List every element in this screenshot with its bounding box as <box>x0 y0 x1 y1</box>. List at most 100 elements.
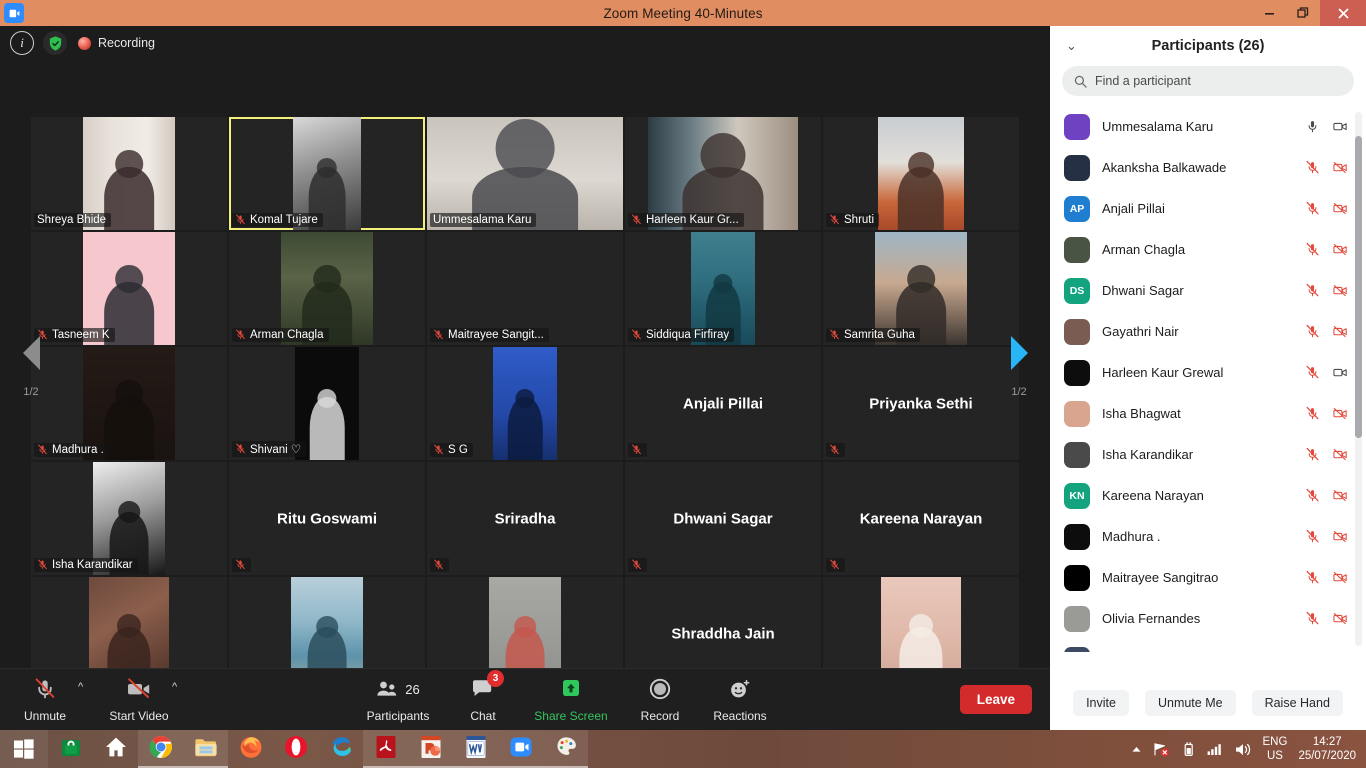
search-input[interactable]: Find a participant <box>1062 66 1354 96</box>
participant-row[interactable]: DSDhwani Sagar <box>1050 270 1366 311</box>
audio-options-chevron-icon[interactable]: ^ <box>78 681 83 693</box>
minimize-button[interactable] <box>1252 0 1286 26</box>
participant-list[interactable]: Ummesalama KaruAkanksha BalkawadeAPAnjal… <box>1050 106 1366 652</box>
close-button[interactable] <box>1320 0 1366 26</box>
video-tile[interactable]: Shruti <box>823 117 1019 230</box>
volume-icon[interactable] <box>1235 742 1252 757</box>
leave-button[interactable]: Leave <box>960 685 1032 714</box>
video-tile[interactable]: Komal Tujare <box>229 117 425 230</box>
participant-mic-status[interactable] <box>1305 242 1320 257</box>
encryption-shield-icon[interactable] <box>43 31 67 55</box>
video-tile[interactable]: S G <box>427 347 623 460</box>
taskbar-word-button[interactable] <box>453 730 498 768</box>
scrollbar-thumb[interactable] <box>1355 136 1362 438</box>
video-tile[interactable]: Isha Karandikar <box>31 462 227 575</box>
participant-camera-status[interactable] <box>1333 488 1348 503</box>
chevron-down-icon[interactable]: ⌄ <box>1066 38 1077 54</box>
taskbar-file-explorer-button[interactable] <box>183 730 228 768</box>
video-tile[interactable]: Ritu Goswami <box>229 462 425 575</box>
video-tile[interactable]: Dhwani Sagar <box>625 462 821 575</box>
participant-mic-status[interactable] <box>1305 570 1320 585</box>
taskbar-microsoft-store-button[interactable] <box>48 730 93 768</box>
wifi-signal-icon[interactable] <box>1207 742 1224 756</box>
participant-camera-status[interactable] <box>1333 570 1348 585</box>
start-video-button[interactable]: Start Video <box>102 675 176 723</box>
participant-mic-status[interactable] <box>1305 365 1320 380</box>
language-indicator[interactable]: ENG US <box>1263 735 1288 763</box>
participant-mic-status[interactable] <box>1305 201 1320 216</box>
video-tile[interactable]: Shreya Bhide <box>31 117 227 230</box>
video-tile[interactable]: Sriradha <box>427 462 623 575</box>
restore-button[interactable] <box>1286 0 1320 26</box>
video-tile[interactable]: Tasneem K <box>31 232 227 345</box>
participant-row[interactable]: Isha Karandikar <box>1050 434 1366 475</box>
participant-mic-status[interactable] <box>1305 488 1320 503</box>
taskbar-zoom-button[interactable] <box>498 730 543 768</box>
video-options-chevron-icon[interactable]: ^ <box>172 681 177 693</box>
video-tile[interactable]: Kareena Narayan <box>823 462 1019 575</box>
participant-row[interactable]: PSPriyanka Sethi <box>1050 639 1366 652</box>
recording-indicator[interactable]: Recording <box>78 36 155 50</box>
participant-row[interactable]: Harleen Kaur Grewal <box>1050 352 1366 393</box>
participant-mic-status[interactable] <box>1305 529 1320 544</box>
participant-camera-status[interactable] <box>1333 447 1348 462</box>
video-tile[interactable]: Madhura . <box>31 347 227 460</box>
taskbar-home-button[interactable] <box>93 730 138 768</box>
previous-page-button[interactable]: 1/2 <box>14 336 48 398</box>
participant-mic-status[interactable] <box>1305 283 1320 298</box>
participant-row[interactable]: Akanksha Balkawade <box>1050 147 1366 188</box>
participants-button[interactable]: 26 Participants <box>361 675 435 723</box>
participant-mic-status[interactable] <box>1305 324 1320 339</box>
participant-row[interactable]: Isha Bhagwat <box>1050 393 1366 434</box>
taskbar-adobe-acrobat-button[interactable] <box>363 730 408 768</box>
video-tile[interactable]: Maitrayee Sangit... <box>427 232 623 345</box>
taskbar-microsoft-edge-button[interactable] <box>318 730 363 768</box>
battery-icon[interactable] <box>1181 742 1196 757</box>
participant-camera-status[interactable] <box>1333 406 1348 421</box>
participant-mic-status[interactable] <box>1305 406 1320 421</box>
participant-row[interactable]: APAnjali Pillai <box>1050 188 1366 229</box>
chat-button[interactable]: 3 Chat <box>446 675 520 723</box>
participant-row[interactable]: Maitrayee Sangitrao <box>1050 557 1366 598</box>
unmute-me-button[interactable]: Unmute Me <box>1145 690 1236 716</box>
participant-camera-status[interactable] <box>1333 365 1348 380</box>
taskbar-paint-button[interactable] <box>543 730 588 768</box>
show-hidden-icons-button[interactable] <box>1131 744 1142 755</box>
invite-button[interactable]: Invite <box>1073 690 1129 716</box>
video-tile[interactable]: Samrita Guha <box>823 232 1019 345</box>
video-tile[interactable]: Harleen Kaur Gr... <box>625 117 821 230</box>
taskbar-google-chrome-button[interactable] <box>138 730 183 768</box>
participant-camera-status[interactable] <box>1333 324 1348 339</box>
participant-row[interactable]: Gayathri Nair <box>1050 311 1366 352</box>
meeting-info-icon[interactable]: i <box>10 31 34 55</box>
taskbar-firefox-button[interactable] <box>228 730 273 768</box>
video-tile[interactable]: Ummesalama Karu <box>427 117 623 230</box>
video-tile[interactable]: Arman Chagla <box>229 232 425 345</box>
reactions-button[interactable]: Reactions <box>703 675 777 723</box>
taskbar-opera-button[interactable] <box>273 730 318 768</box>
participant-camera-status[interactable] <box>1333 201 1348 216</box>
participant-mic-status[interactable] <box>1305 160 1320 175</box>
unmute-button[interactable]: Unmute <box>8 675 82 723</box>
participant-list-scrollbar[interactable] <box>1355 112 1362 646</box>
clock[interactable]: 14:27 25/07/2020 <box>1298 735 1356 763</box>
participant-row[interactable]: Ummesalama Karu <box>1050 106 1366 147</box>
start-button[interactable] <box>0 730 48 768</box>
participant-camera-status[interactable] <box>1333 529 1348 544</box>
participant-mic-status[interactable] <box>1305 119 1320 134</box>
participant-camera-status[interactable] <box>1333 119 1348 134</box>
next-page-button[interactable]: 1/2 <box>1002 336 1036 398</box>
participant-mic-status[interactable] <box>1305 611 1320 626</box>
video-tile[interactable]: Siddiqua Firfiray <box>625 232 821 345</box>
participant-row[interactable]: Olivia Fernandes <box>1050 598 1366 639</box>
participant-row[interactable]: Arman Chagla <box>1050 229 1366 270</box>
participant-camera-status[interactable] <box>1333 242 1348 257</box>
taskbar-powerpoint-button[interactable] <box>408 730 453 768</box>
participant-camera-status[interactable] <box>1333 283 1348 298</box>
video-tile[interactable]: Anjali Pillai <box>625 347 821 460</box>
video-tile[interactable]: Priyanka Sethi <box>823 347 1019 460</box>
share-screen-button[interactable]: Share Screen <box>534 675 608 723</box>
network-error-icon[interactable] <box>1153 742 1170 757</box>
participant-camera-status[interactable] <box>1333 611 1348 626</box>
raise-hand-button[interactable]: Raise Hand <box>1252 690 1343 716</box>
